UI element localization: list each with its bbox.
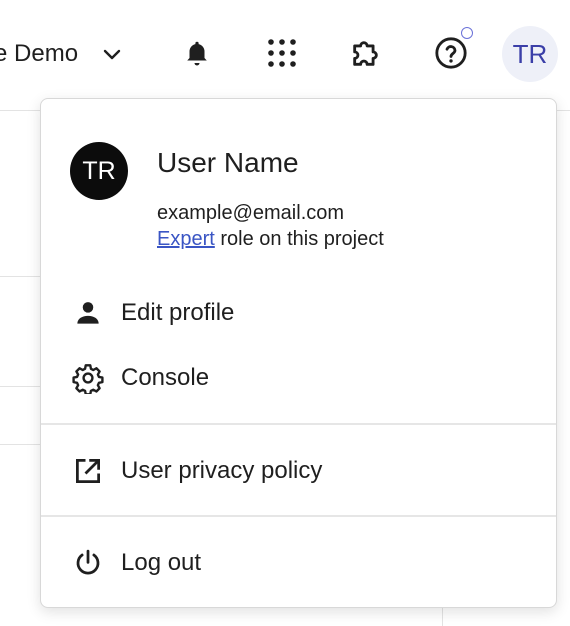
top-bar: e Demo TR (0, 0, 570, 110)
project-name[interactable]: e Demo (0, 40, 78, 68)
avatar: TR (70, 142, 128, 200)
help-icon[interactable] (434, 36, 468, 70)
logout-label: Log out (121, 549, 202, 576)
extension-icon[interactable] (349, 36, 383, 70)
privacy-policy-label: User privacy policy (121, 457, 323, 484)
console-label: Console (121, 364, 210, 391)
notification-dot (461, 27, 473, 39)
user-email: example@email.com (157, 202, 345, 224)
user-role: Expert role on this project (157, 228, 384, 251)
bell-icon[interactable] (180, 36, 214, 70)
edit-profile-item[interactable]: Edit profile (41, 285, 556, 341)
edit-profile-label: Edit profile (121, 299, 235, 326)
user-avatar-button[interactable]: TR (502, 26, 558, 82)
console-item[interactable]: Console (41, 350, 556, 406)
user-name: User Name (157, 147, 299, 178)
apps-grid-icon[interactable] (265, 36, 299, 70)
gear-icon (71, 361, 105, 395)
privacy-policy-item[interactable]: User privacy policy (41, 443, 556, 499)
menu-divider (41, 423, 556, 425)
role-suffix: role on this project (214, 228, 384, 250)
role-link[interactable]: Expert (157, 228, 215, 250)
menu-divider (41, 515, 556, 517)
power-icon (71, 546, 105, 580)
external-link-icon (71, 454, 105, 488)
person-icon (71, 296, 105, 330)
logout-item[interactable]: Log out (41, 535, 556, 591)
chevron-down-icon[interactable] (100, 42, 124, 66)
account-menu: TR User Name example@email.com Expert ro… (40, 98, 557, 608)
